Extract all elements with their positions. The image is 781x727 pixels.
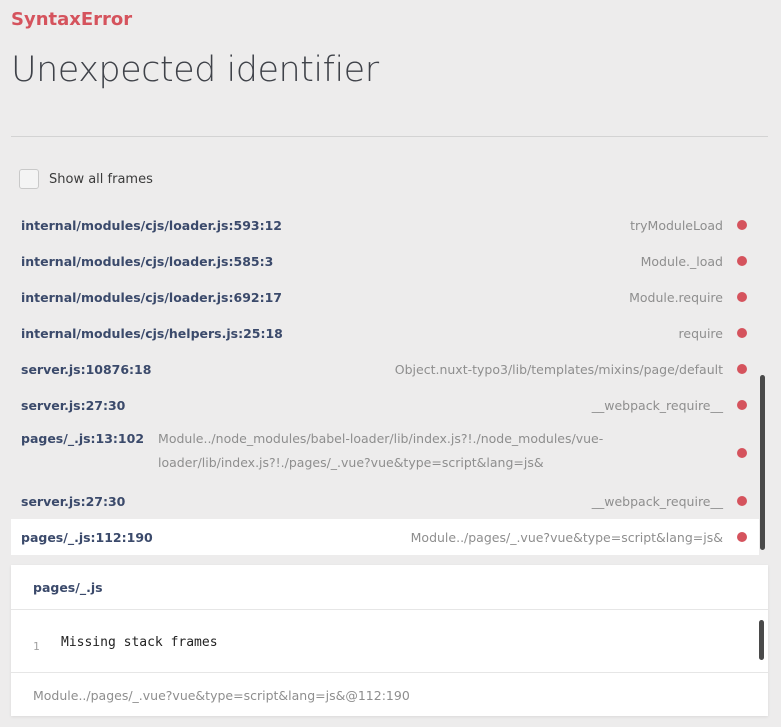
stack-frame[interactable]: internal/modules/cjs/loader.js:593:12 tr… xyxy=(11,207,759,243)
stack-frame[interactable]: internal/modules/cjs/loader.js:585:3 Mod… xyxy=(11,243,759,279)
show-all-frames-checkbox[interactable] xyxy=(19,169,39,189)
frame-function: __webpack_require__ xyxy=(591,397,723,413)
stack-frame[interactable]: internal/modules/cjs/helpers.js:25:18 re… xyxy=(11,315,759,351)
code-line: Missing stack frames xyxy=(61,635,218,650)
stack-frame-selected[interactable]: pages/_.js:112:190 Module../pages/_.vue?… xyxy=(11,519,759,555)
frame-function: require xyxy=(678,325,723,341)
frame-file: pages/_.js:13:102 xyxy=(21,431,145,446)
frame-file: internal/modules/cjs/loader.js:692:17 xyxy=(21,289,282,305)
frame-file: internal/modules/cjs/loader.js:585:3 xyxy=(21,253,274,269)
frame-file: internal/modules/cjs/loader.js:593:12 xyxy=(21,217,282,233)
frame-function: tryModuleLoad xyxy=(630,217,723,233)
error-message: Unexpected identifier xyxy=(11,50,379,90)
frame-function: Object.nuxt-typo3/lib/templates/mixins/p… xyxy=(394,361,723,377)
code-body: 1 Missing stack frames xyxy=(11,610,768,673)
frame-status-dot-icon xyxy=(737,256,747,266)
frame-status-dot-icon xyxy=(737,400,747,410)
frame-status-dot-icon xyxy=(737,496,747,506)
frame-function: Module.require xyxy=(629,289,723,305)
frame-file: server.js:27:30 xyxy=(21,397,126,413)
frames-scrollbar[interactable] xyxy=(760,375,765,550)
code-scrollbar[interactable] xyxy=(759,620,764,660)
frame-file: pages/_.js:112:190 xyxy=(21,529,153,545)
frame-status-dot-icon xyxy=(737,328,747,338)
frame-status-dot-icon xyxy=(737,448,747,458)
frame-file: internal/modules/cjs/helpers.js:25:18 xyxy=(21,325,283,341)
frame-file: server.js:27:30 xyxy=(21,493,126,509)
stack-frame[interactable]: server.js:27:30 __webpack_require__ xyxy=(11,387,759,423)
stack-frame[interactable]: internal/modules/cjs/loader.js:692:17 Mo… xyxy=(11,279,759,315)
code-panel: pages/_.js 1 Missing stack frames Module… xyxy=(11,565,768,716)
code-location: Module../pages/_.vue?vue&type=script&lan… xyxy=(33,687,410,703)
frame-status-dot-icon xyxy=(737,292,747,302)
frame-function: __webpack_require__ xyxy=(591,493,723,509)
code-file-name: pages/_.js xyxy=(11,565,768,610)
error-type: SyntaxError xyxy=(11,9,133,30)
line-number: 1 xyxy=(33,640,40,653)
stack-frame[interactable]: server.js:27:30 __webpack_require__ xyxy=(11,483,759,519)
frame-status-dot-icon xyxy=(737,532,747,542)
frame-status-dot-icon xyxy=(737,220,747,230)
show-all-frames-toggle[interactable]: Show all frames xyxy=(19,167,153,191)
frame-file: server.js:10876:18 xyxy=(21,361,152,377)
stack-frames-list: internal/modules/cjs/loader.js:593:12 tr… xyxy=(11,207,759,555)
stack-frame[interactable]: server.js:10876:18 Object.nuxt-typo3/lib… xyxy=(11,351,759,387)
stack-frame[interactable]: pages/_.js:13:102 Module../node_modules/… xyxy=(11,423,759,483)
frame-status-dot-icon xyxy=(737,364,747,374)
frame-function: Module../pages/_.vue?vue&type=script&lan… xyxy=(410,529,723,545)
frame-function: Module../node_modules/babel-loader/lib/i… xyxy=(158,431,604,470)
frame-function: Module._load xyxy=(640,253,723,269)
divider xyxy=(11,136,768,137)
show-all-frames-label: Show all frames xyxy=(49,171,153,187)
